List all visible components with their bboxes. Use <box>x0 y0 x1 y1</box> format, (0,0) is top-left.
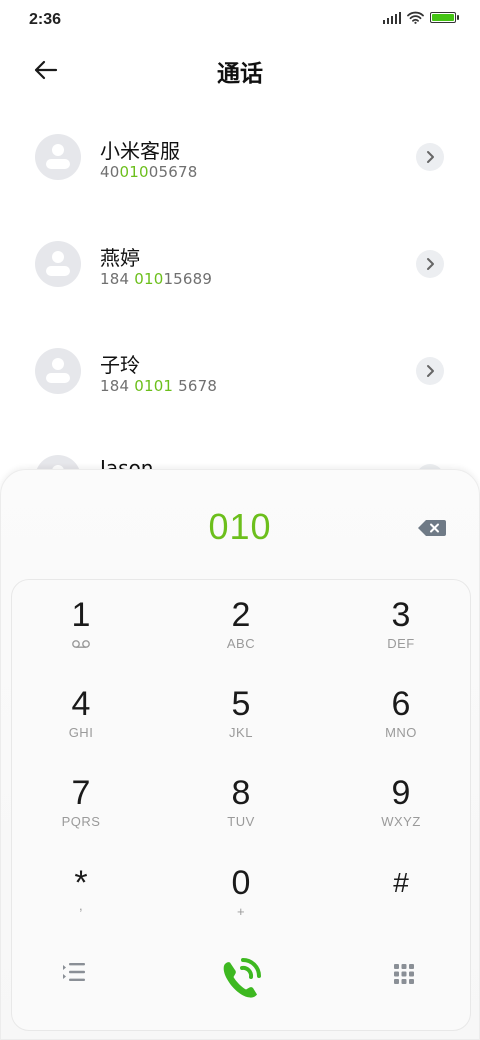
key-letters: DEF <box>387 636 415 651</box>
key-star[interactable]: * , <box>21 858 141 940</box>
avatar <box>35 241 81 287</box>
dialed-number: 010 <box>208 506 272 547</box>
key-digit: 6 <box>391 685 411 723</box>
number-match: 0101 <box>134 377 174 395</box>
key-hash[interactable]: # <box>341 858 461 940</box>
key-digit: 1 <box>71 596 91 634</box>
number-match: 010 <box>119 163 149 181</box>
key-letters: WXYZ <box>381 814 421 829</box>
key-digit: 9 <box>391 774 411 812</box>
status-icons <box>383 11 459 24</box>
key-8[interactable]: 8 TUV <box>181 768 301 850</box>
avatar <box>35 134 81 180</box>
call-button[interactable] <box>211 948 271 1012</box>
dialpad-panel: 010 1 2 ABC 3 DEF 4 GHI 5 JKL 6 MNO 7 PQ… <box>0 469 480 1040</box>
number-match: 010 <box>134 270 164 288</box>
key-digit: * <box>74 864 88 902</box>
contact-number: 184 0101 5678 <box>100 377 217 395</box>
battery-icon <box>430 12 459 23</box>
key-9[interactable]: 9 WXYZ <box>341 768 461 850</box>
number-part: 40 <box>100 163 120 181</box>
contact-number: 184 01015689 <box>100 270 212 288</box>
key-letters: ABC <box>226 636 256 651</box>
number-part: 15689 <box>163 270 213 288</box>
chevron-right-icon <box>427 151 434 163</box>
key-digit: 8 <box>231 774 251 812</box>
delete-button[interactable] <box>417 518 447 538</box>
voicemail-icon <box>72 640 90 648</box>
number-part: 5678 <box>173 377 218 395</box>
contact-item[interactable]: 小米客服 4001005678 <box>0 105 480 212</box>
key-digit: 4 <box>71 685 91 723</box>
key-4[interactable]: 4 GHI <box>21 679 141 761</box>
key-digit: 3 <box>391 596 411 634</box>
key-digit: 0 <box>231 864 251 902</box>
key-letters: , <box>78 898 84 913</box>
contact-item[interactable]: 燕婷 184 01015689 <box>0 212 480 319</box>
call-list-icon <box>63 963 85 981</box>
number-part: 184 <box>100 377 135 395</box>
keypad-toggle-button[interactable] <box>392 962 416 990</box>
key-digit: 5 <box>231 685 251 723</box>
key-2[interactable]: 2 ABC <box>181 590 301 672</box>
chevron-right-icon <box>427 258 434 270</box>
keypad-grid-icon <box>394 964 414 984</box>
call-list-button[interactable] <box>60 960 88 988</box>
key-letters: + <box>236 904 246 919</box>
key-5[interactable]: 5 JKL <box>181 679 301 761</box>
key-6[interactable]: 6 MNO <box>341 679 461 761</box>
status-bar: 2:36 <box>0 0 480 40</box>
key-letters: JKL <box>229 725 253 740</box>
contact-detail-button[interactable] <box>416 143 444 171</box>
call-icon <box>223 958 261 998</box>
key-letters: GHI <box>68 725 94 740</box>
status-time: 2:36 <box>29 11 62 28</box>
number-part: 05678 <box>148 163 198 181</box>
key-letters: TUV <box>227 814 255 829</box>
key-7[interactable]: 7 PQRS <box>21 768 141 850</box>
keypad: 1 2 ABC 3 DEF 4 GHI 5 JKL 6 MNO 7 PQRS 8… <box>11 579 471 1031</box>
key-digit: # <box>393 867 409 898</box>
avatar <box>35 348 81 394</box>
battery-level <box>432 14 454 21</box>
key-1[interactable]: 1 <box>21 590 141 672</box>
contact-number: 4001005678 <box>100 163 197 181</box>
contact-detail-button[interactable] <box>416 250 444 278</box>
key-0[interactable]: 0 + <box>181 858 301 940</box>
wifi-icon <box>407 11 424 24</box>
contact-item[interactable]: 子玲 184 0101 5678 <box>0 319 480 426</box>
number-part: 184 <box>100 270 135 288</box>
key-letters: MNO <box>385 725 417 740</box>
contact-name: 子玲 <box>100 353 140 377</box>
key-digit: 7 <box>71 774 91 812</box>
key-digit: 2 <box>231 596 251 634</box>
contact-name: 燕婷 <box>100 246 140 270</box>
backspace-icon <box>418 520 446 536</box>
key-letters: PQRS <box>61 814 101 829</box>
header: 通话 <box>0 48 480 92</box>
chevron-right-icon <box>427 365 434 377</box>
signal-icon <box>383 11 401 24</box>
contact-detail-button[interactable] <box>416 357 444 385</box>
contact-name: 小米客服 <box>100 139 180 163</box>
key-3[interactable]: 3 DEF <box>341 590 461 672</box>
page-title: 通话 <box>217 61 263 87</box>
